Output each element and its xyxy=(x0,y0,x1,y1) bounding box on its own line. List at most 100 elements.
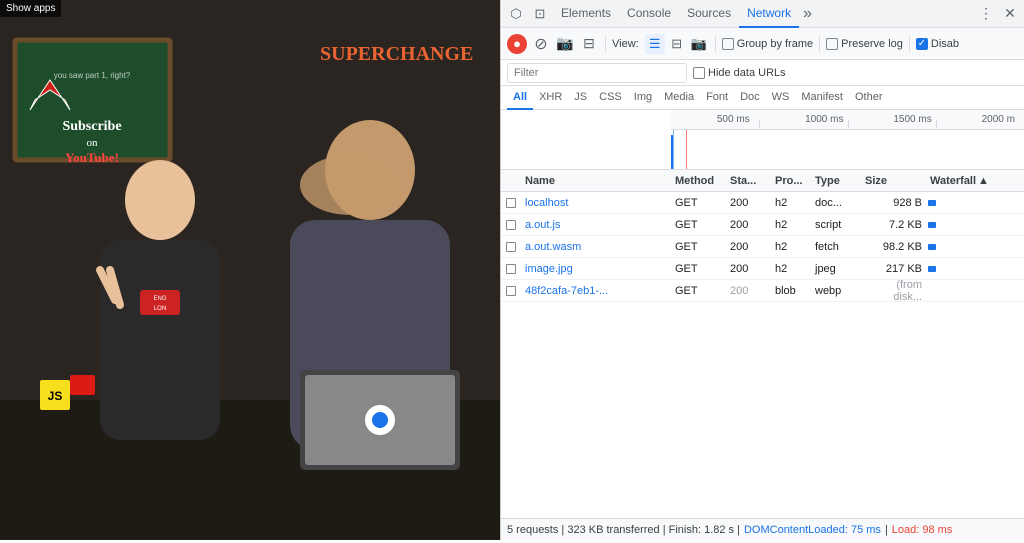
status-dcl[interactable]: DOMContentLoaded: 75 ms xyxy=(744,524,881,536)
row-type-2: script xyxy=(811,219,861,231)
record-button[interactable]: ● xyxy=(507,34,527,54)
tick-line-500 xyxy=(759,120,760,128)
svg-text:YouTube!: YouTube! xyxy=(65,150,119,165)
group-by-frame-label: Group by frame xyxy=(737,38,813,50)
waterfall-bar-3 xyxy=(928,244,936,250)
screenshot-button[interactable]: 📷 xyxy=(689,34,709,54)
tab-network[interactable]: Network xyxy=(739,0,799,28)
table-header: Name Method Sta... Pro... Type Size Wate… xyxy=(501,170,1024,192)
more-options-button[interactable]: ⋮ xyxy=(976,4,996,24)
row-size-1: 928 B xyxy=(861,197,926,209)
camera-button[interactable]: 📷 xyxy=(555,34,575,54)
list-view-button[interactable]: ☰ xyxy=(645,34,665,54)
filter-row: Hide data URLs xyxy=(501,60,1024,86)
filter-input[interactable] xyxy=(507,63,687,83)
row-checkbox-2[interactable] xyxy=(501,220,521,230)
row-name-5: 48f2cafa-7eb1-... xyxy=(521,285,671,297)
close-devtools-button[interactable]: ✕ xyxy=(1000,4,1020,24)
group-by-frame-group: Group by frame xyxy=(722,38,813,50)
view-buttons: ☰ ⊟ 📷 xyxy=(645,34,709,54)
type-tab-doc[interactable]: Doc xyxy=(734,86,766,110)
show-apps-button[interactable]: Show apps xyxy=(0,0,61,17)
svg-text:Subscribe: Subscribe xyxy=(62,119,121,134)
type-tab-manifest[interactable]: Manifest xyxy=(795,86,849,110)
row-size-2: 7.2 KB xyxy=(861,219,926,231)
row-checkbox-1[interactable] xyxy=(501,198,521,208)
preserve-log-label: Preserve log xyxy=(841,38,903,50)
preserve-log-group: Preserve log xyxy=(826,38,903,50)
video-frame: you saw part 1, right? Subscribe on YouT… xyxy=(0,0,500,540)
filter-button[interactable]: ⊟ xyxy=(579,34,599,54)
status-load: Load: 98 ms xyxy=(892,524,953,536)
status-separator: | xyxy=(885,524,888,536)
row-checkbox-4[interactable] xyxy=(501,264,521,274)
preserve-log-checkbox[interactable] xyxy=(826,38,838,50)
status-bar: 5 requests | 323 KB transferred | Finish… xyxy=(501,518,1024,540)
th-name[interactable]: Name xyxy=(521,175,671,187)
tick-line-1000 xyxy=(848,120,849,128)
svg-text:on: on xyxy=(87,137,99,149)
row-waterfall-5 xyxy=(926,280,1024,302)
row-checkbox-3[interactable] xyxy=(501,242,521,252)
th-proto[interactable]: Pro... xyxy=(771,175,811,187)
timeline-ticks: 500 ms 1000 ms 1500 ms 2000 m xyxy=(671,110,1024,130)
table-row[interactable]: a.out.js GET 200 h2 script 7.2 KB xyxy=(501,214,1024,236)
devtools-tabs-bar: ⬡ ⊡ Elements Console Sources Network » ⋮… xyxy=(501,0,1024,28)
group-by-frame-checkbox[interactable] xyxy=(722,38,734,50)
th-status[interactable]: Sta... xyxy=(726,175,771,187)
dcl-line xyxy=(673,130,674,169)
th-waterfall[interactable]: Waterfall ▲ xyxy=(926,175,1024,187)
type-tab-ws[interactable]: WS xyxy=(766,86,796,110)
row-status-5: 200 xyxy=(726,285,771,297)
th-size[interactable]: Size xyxy=(861,175,926,187)
type-tab-media[interactable]: Media xyxy=(658,86,700,110)
svg-text:you saw part 1, right?: you saw part 1, right? xyxy=(54,71,131,80)
row-status-1: 200 xyxy=(726,197,771,209)
more-tabs-button[interactable]: » xyxy=(799,5,816,23)
th-type[interactable]: Type xyxy=(811,175,861,187)
row-type-1: doc... xyxy=(811,197,861,209)
row-waterfall-2 xyxy=(926,214,1024,236)
svg-text:SUPERCHANGE: SUPERCHANGE xyxy=(320,43,473,65)
type-tab-font[interactable]: Font xyxy=(700,86,734,110)
disable-cache-checkbox[interactable]: ✓ xyxy=(916,38,928,50)
row-method-2: GET xyxy=(671,219,726,231)
row-size-4: 217 KB xyxy=(861,263,926,275)
table-row[interactable]: image.jpg GET 200 h2 jpeg 217 KB xyxy=(501,258,1024,280)
type-tab-all[interactable]: All xyxy=(507,86,533,110)
row-checkbox-5[interactable] xyxy=(501,286,521,296)
th-method[interactable]: Method xyxy=(671,175,726,187)
tick-1000ms: 1000 ms xyxy=(805,114,843,125)
hide-data-urls-label: Hide data URLs xyxy=(708,67,786,79)
type-tab-css[interactable]: CSS xyxy=(593,86,628,110)
tab-sources[interactable]: Sources xyxy=(679,0,739,28)
row-method-3: GET xyxy=(671,241,726,253)
waterfall-bar-1 xyxy=(928,200,936,206)
tab-console[interactable]: Console xyxy=(619,0,679,28)
waterfall-bar-4 xyxy=(928,266,936,272)
type-tab-img[interactable]: Img xyxy=(628,86,658,110)
table-row[interactable]: localhost GET 200 h2 doc... 928 B xyxy=(501,192,1024,214)
row-waterfall-1 xyxy=(926,192,1024,214)
row-proto-5: blob xyxy=(771,285,811,297)
row-proto-3: h2 xyxy=(771,241,811,253)
row-method-5: GET xyxy=(671,285,726,297)
stop-button[interactable]: ⊘ xyxy=(531,34,551,54)
row-waterfall-4 xyxy=(926,258,1024,280)
tab-elements[interactable]: Elements xyxy=(553,0,619,28)
device-toolbar-icon[interactable]: ⊡ xyxy=(529,3,551,25)
network-toolbar: ● ⊘ 📷 ⊟ View: ☰ ⊟ 📷 Group by frame Prese… xyxy=(501,28,1024,60)
type-tab-js[interactable]: JS xyxy=(568,86,593,110)
row-method-4: GET xyxy=(671,263,726,275)
row-method-1: GET xyxy=(671,197,726,209)
svg-text:LON: LON xyxy=(154,306,166,312)
waterfall-large-button[interactable]: ⊟ xyxy=(667,34,687,54)
type-tab-other[interactable]: Other xyxy=(849,86,889,110)
hide-data-urls-checkbox[interactable] xyxy=(693,67,705,79)
video-panel: Show apps you saw part 1, right? Subscri… xyxy=(0,0,500,540)
type-tab-xhr[interactable]: XHR xyxy=(533,86,568,110)
table-row[interactable]: 48f2cafa-7eb1-... GET 200 blob webp (fro… xyxy=(501,280,1024,302)
table-row[interactable]: a.out.wasm GET 200 h2 fetch 98.2 KB xyxy=(501,236,1024,258)
tick-500ms: 500 ms xyxy=(717,114,750,125)
inspect-element-icon[interactable]: ⬡ xyxy=(505,3,527,25)
